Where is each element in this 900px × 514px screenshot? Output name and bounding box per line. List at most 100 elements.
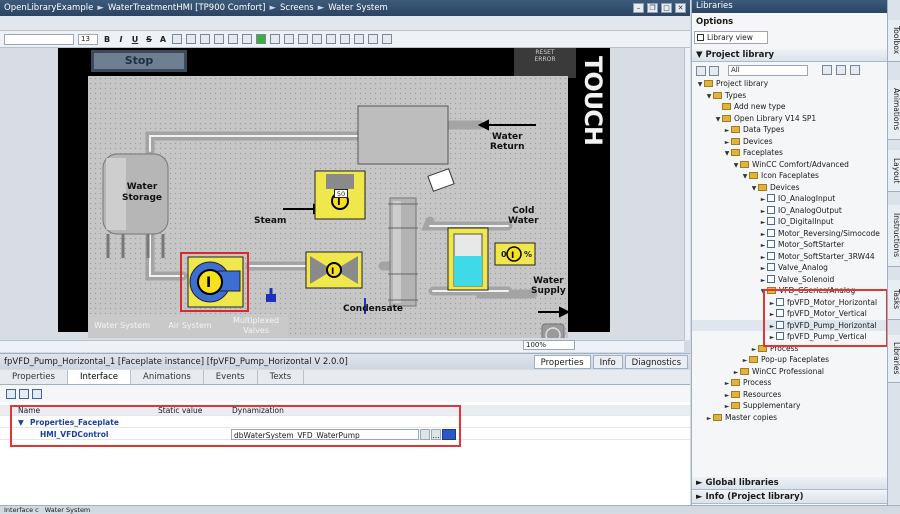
sort-icon[interactable] xyxy=(6,388,16,399)
open-library-icon[interactable] xyxy=(696,65,706,76)
side-tab-layout[interactable]: Layout xyxy=(888,150,900,192)
tab-info[interactable]: Info xyxy=(592,354,623,369)
nav-air-system[interactable]: Air System xyxy=(156,314,224,338)
project-library-header[interactable]: ▼ Project library xyxy=(692,49,888,62)
line-width-icon[interactable] xyxy=(298,34,308,44)
breadcrumb-item[interactable]: WaterTreatmentHMI [TP900 Comfort] xyxy=(104,3,270,13)
subtab-events[interactable]: Events xyxy=(204,370,258,384)
tree-item[interactable]: ▼ Types xyxy=(692,90,888,102)
tree-item[interactable]: ► IO_AnalogInput xyxy=(692,193,888,205)
tree-item[interactable]: ► Pop-up Faceplates xyxy=(692,354,888,366)
ungroup-icon[interactable] xyxy=(326,34,336,44)
close-icon[interactable]: ✕ xyxy=(675,3,686,13)
side-tab-animations[interactable]: Animations xyxy=(888,80,900,140)
subtab-interface[interactable]: Interface xyxy=(67,370,132,384)
align-center-icon[interactable] xyxy=(186,34,196,44)
tree-item[interactable]: ► IO_AnalogOutput xyxy=(692,205,888,217)
table-row[interactable]: ▼ Properties_Faceplate xyxy=(0,417,690,428)
tree-item[interactable]: ► Supplementary xyxy=(692,400,888,412)
subtab-animations[interactable]: Animations xyxy=(131,370,204,384)
nav-water-system[interactable]: Water System xyxy=(88,314,156,338)
subtab-texts[interactable]: Texts xyxy=(258,370,305,384)
side-tab-toolbox[interactable]: Toolbox xyxy=(888,20,900,62)
properties-icon[interactable] xyxy=(850,65,860,75)
restore-icon[interactable]: ❐ xyxy=(647,3,658,13)
align-middle-icon[interactable] xyxy=(228,34,238,44)
tree-item[interactable]: ► fpVFD_Pump_Horizontal xyxy=(692,319,888,331)
tree-item[interactable]: ▼ WinCC Comfort/Advanced xyxy=(692,159,888,171)
tree-item[interactable]: ► Motor_SoftStarter xyxy=(692,239,888,251)
expand-arrow-icon[interactable]: ▼ xyxy=(18,417,24,428)
group-icon[interactable] xyxy=(312,34,322,44)
tree-item[interactable]: ► Valve_Analog xyxy=(692,262,888,274)
status-item[interactable]: Water System xyxy=(45,506,91,514)
line-color-icon[interactable] xyxy=(270,34,280,44)
send-back-icon[interactable] xyxy=(354,34,364,44)
side-tab-tasks[interactable]: Tasks xyxy=(888,280,900,320)
font-family-select[interactable] xyxy=(4,33,74,45)
superscript-button[interactable]: A xyxy=(158,34,168,45)
table-row[interactable]: HMI_VFDControl dbWaterSystem_VFD_WaterPu… xyxy=(0,429,690,440)
align-right-icon[interactable] xyxy=(200,34,210,44)
bold-button[interactable]: B xyxy=(102,34,112,45)
tree-item[interactable]: ▼ Faceplates xyxy=(692,147,888,159)
arrow-into-icon[interactable] xyxy=(836,65,846,75)
collapse-all-icon[interactable] xyxy=(32,388,42,399)
tree-item[interactable]: ► fpVFD_Motor_Vertical xyxy=(692,308,888,320)
tree-item[interactable]: ► Process xyxy=(692,343,888,355)
tree-item[interactable]: ▼ VFD_GSeries/Analog xyxy=(692,285,888,297)
status-item[interactable]: Interface c xyxy=(4,506,39,514)
tree-item[interactable]: ► Resources xyxy=(692,389,888,401)
fill-color-icon[interactable] xyxy=(256,34,266,44)
tree-item[interactable]: Add new type xyxy=(692,101,888,113)
font-size-select[interactable]: 13 xyxy=(78,33,98,45)
tree-item[interactable]: ► WinCC Professional xyxy=(692,366,888,378)
align-top-icon[interactable] xyxy=(214,34,224,44)
side-tab-libraries[interactable]: Libraries xyxy=(888,335,900,383)
rotate-icon[interactable] xyxy=(368,34,378,44)
browse-button[interactable]: ... xyxy=(431,429,441,440)
breadcrumb-item[interactable]: Screens xyxy=(276,3,318,13)
nav-multiplexed-valves[interactable]: Multiplexed Valves xyxy=(224,314,288,338)
tree-item[interactable]: ► Motor_SoftStarter_3RW44 xyxy=(692,251,888,263)
tree-item[interactable]: ► fpVFD_Motor_Horizontal xyxy=(692,297,888,309)
filter-select[interactable]: All xyxy=(728,65,808,76)
breadcrumb-item[interactable]: Water System xyxy=(324,3,392,13)
tree-item[interactable]: ► Master copies xyxy=(692,412,888,424)
side-tab-instructions[interactable]: Instructions xyxy=(888,205,900,267)
tree-item[interactable]: ▼ Devices xyxy=(692,182,888,194)
tree-item[interactable]: ► Motor_Reversing/Simocode xyxy=(692,228,888,240)
tab-diagnostics[interactable]: Diagnostics xyxy=(624,354,688,369)
flip-icon[interactable] xyxy=(382,34,392,44)
editor-scrollbar[interactable] xyxy=(684,48,690,340)
dropdown-icon[interactable] xyxy=(420,429,430,440)
tree-item[interactable]: ► fpVFD_Pump_Vertical xyxy=(692,331,888,343)
tag-link-icon[interactable] xyxy=(442,429,456,440)
italic-button[interactable]: I xyxy=(116,34,126,45)
tree-item[interactable]: ► Devices xyxy=(692,136,888,148)
tree-item[interactable]: ▼ Open Library V14 SP1 xyxy=(692,113,888,125)
align-left-icon[interactable] xyxy=(172,34,182,44)
tree-item[interactable]: ► Process xyxy=(692,377,888,389)
tree-item[interactable]: ▼ Icon Faceplates xyxy=(692,170,888,182)
info-header[interactable]: ► Info (Project library) xyxy=(692,491,888,504)
expand-all-icon[interactable] xyxy=(19,388,29,399)
align-bottom-icon[interactable] xyxy=(242,34,252,44)
tree-item[interactable]: ▼ Project library xyxy=(692,78,888,90)
underline-button[interactable]: U xyxy=(130,34,140,45)
stop-button[interactable]: Stop xyxy=(91,50,187,72)
breadcrumb-item[interactable]: OpenLibraryExample xyxy=(0,3,97,13)
screen-editor[interactable]: Stop RESET ERROR TOUCH I I I I Water Sto… xyxy=(0,48,684,340)
dynamization-value[interactable]: dbWaterSystem_VFD_WaterPump xyxy=(231,429,419,440)
arrow-right-icon[interactable] xyxy=(822,65,832,75)
global-libraries-header[interactable]: ► Global libraries xyxy=(692,477,888,490)
zoom-select[interactable]: 100% xyxy=(523,340,575,350)
bring-front-icon[interactable] xyxy=(340,34,350,44)
edit-icon[interactable] xyxy=(709,65,719,76)
tree-item[interactable]: ► Valve_Solenoid xyxy=(692,274,888,286)
maximize-icon[interactable]: □ xyxy=(661,3,672,13)
tree-item[interactable]: ► Data Types xyxy=(692,124,888,136)
tab-properties[interactable]: Properties xyxy=(533,354,591,369)
tree-item[interactable]: ► IO_DigitalInput xyxy=(692,216,888,228)
library-view-button[interactable]: Library view xyxy=(694,31,768,44)
